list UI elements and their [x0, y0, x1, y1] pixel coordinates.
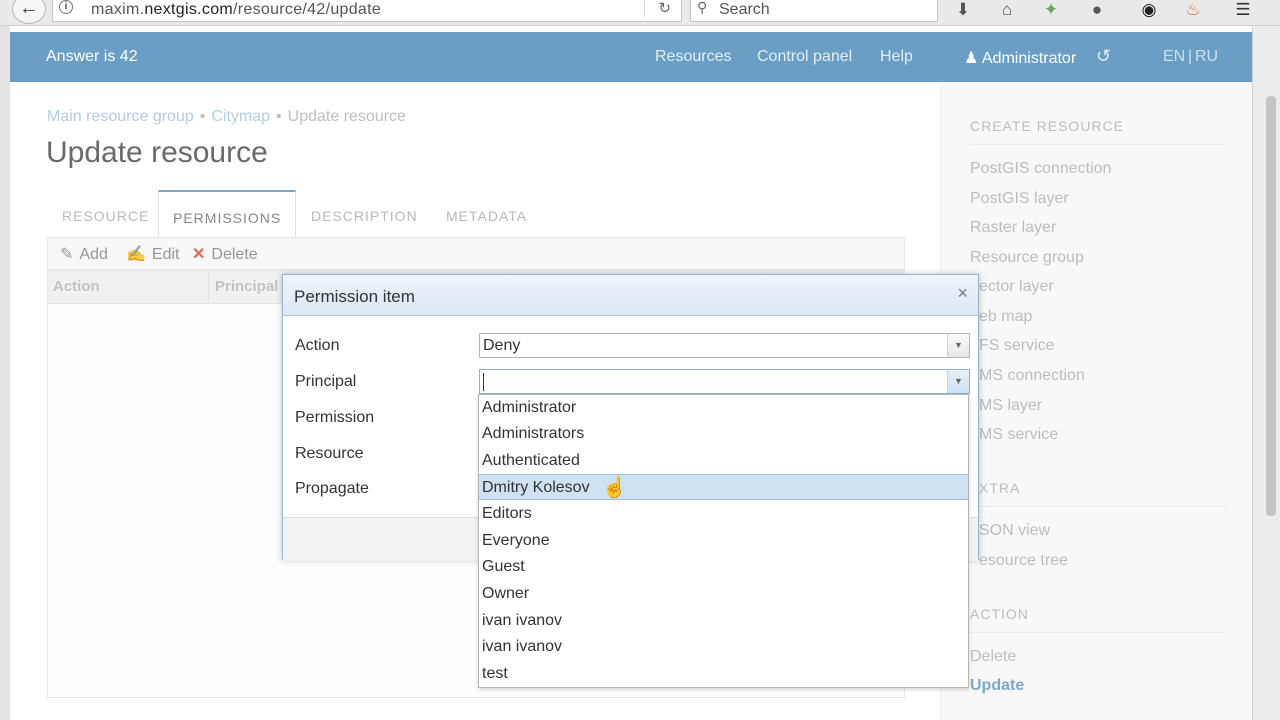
camera-icon[interactable]: ◉: [1138, 0, 1160, 20]
principal-option[interactable]: Guest: [479, 554, 968, 580]
download-icon[interactable]: ⬇: [952, 0, 974, 20]
hand-pointer-icon: ☝: [602, 477, 627, 499]
principal-option[interactable]: Authenticated: [479, 448, 968, 474]
address-bar[interactable]: i maxim.nextgis.com/resource/42/update ↻: [52, 0, 682, 22]
nav-control-panel[interactable]: Control panel: [757, 48, 852, 66]
window-left-edge: [0, 26, 10, 720]
reload-icon[interactable]: ↻: [658, 0, 671, 17]
principal-option[interactable]: Editors: [479, 501, 968, 527]
addon-icon[interactable]: ●: [1086, 0, 1108, 20]
app-header: Answer is 42 Resources Control panel Hel…: [10, 32, 1252, 82]
principal-option[interactable]: Everyone: [479, 528, 968, 554]
principal-select[interactable]: ▼: [479, 369, 970, 394]
principal-option[interactable]: Owner: [479, 581, 968, 607]
browser-toolbar: ← i maxim.nextgis.com/resource/42/update…: [0, 0, 1280, 26]
lang-separator: |: [1188, 48, 1193, 65]
principal-option[interactable]: ivan ivanov: [479, 634, 968, 660]
user-name: Administrator: [981, 50, 1077, 67]
action-select[interactable]: Deny ▼: [479, 333, 970, 358]
menu-icon[interactable]: ☰: [1232, 0, 1254, 20]
principal-option[interactable]: Administrator: [479, 395, 968, 421]
label-resource: Resource: [295, 445, 364, 462]
browser-search-input[interactable]: ⚲ Search: [690, 0, 938, 22]
text-caret: [483, 373, 484, 391]
principal-option[interactable]: test: [479, 661, 968, 687]
chevron-down-icon[interactable]: ▼: [947, 370, 969, 393]
action-select-value: Deny: [483, 337, 521, 354]
user-menu[interactable]: ♟ Administrator: [964, 48, 1076, 68]
logout-icon[interactable]: ↺: [1096, 46, 1111, 67]
label-permission: Permission: [295, 409, 375, 426]
close-icon[interactable]: ×: [957, 283, 968, 304]
label-principal: Principal: [295, 373, 357, 390]
url-divider: [644, 0, 645, 17]
dialog-title: Permission item: [294, 287, 415, 306]
page-scrollbar[interactable]: [1266, 96, 1276, 516]
back-arrow-icon[interactable]: ←: [12, 0, 46, 24]
search-placeholder: Search: [719, 1, 770, 18]
info-icon[interactable]: i: [59, 0, 73, 14]
brand-title[interactable]: Answer is 42: [46, 48, 138, 66]
principal-option-hovered[interactable]: Dmitry Kolesov: [479, 474, 968, 500]
firebug-icon[interactable]: ♨: [1182, 0, 1204, 20]
home-icon[interactable]: ⌂: [996, 0, 1018, 20]
lang-ru[interactable]: RU: [1195, 48, 1218, 66]
label-action: Action: [295, 337, 340, 354]
principal-option[interactable]: Administrators: [479, 421, 968, 447]
label-propagate: Propagate: [295, 480, 369, 497]
user-icon: ♟: [964, 50, 979, 67]
nav-resources[interactable]: Resources: [655, 48, 731, 66]
url-text: maxim.nextgis.com/resource/42/update: [91, 1, 382, 18]
principal-dropdown-list: Administrator Administrators Authenticat…: [478, 394, 969, 688]
search-icon: ⚲: [697, 0, 708, 15]
chevron-down-icon[interactable]: ▼: [947, 334, 969, 357]
lang-en[interactable]: EN: [1163, 48, 1185, 66]
extension-icon[interactable]: ✦: [1040, 0, 1062, 20]
nav-help[interactable]: Help: [880, 48, 913, 66]
principal-option[interactable]: ivan ivanov: [479, 608, 968, 634]
dialog-title-bar[interactable]: Permission item ×: [283, 275, 978, 316]
